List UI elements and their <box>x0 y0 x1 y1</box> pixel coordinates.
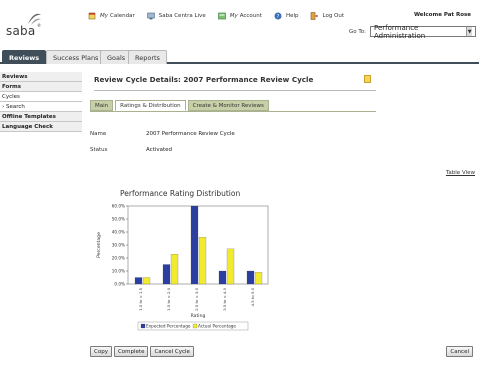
goto-control: Go To: Performance Administration ▼ <box>348 23 476 40</box>
centra-icon <box>146 12 155 20</box>
tab-reports[interactable]: Reports <box>128 50 167 64</box>
bar-actual <box>198 237 207 285</box>
nav-my-calendar[interactable]: My Calendar <box>88 12 135 20</box>
y-axis-label: Percentage <box>96 232 102 258</box>
sidebar-item-offline-templates[interactable]: Offline Templates <box>0 112 82 122</box>
goto-label: Go To: <box>348 28 366 35</box>
cancel-button[interactable]: Cancel <box>446 346 473 357</box>
x-tick-label: 1.5 to < 2.0 <box>166 287 171 310</box>
document-icon[interactable] <box>364 75 371 83</box>
svg-text:?: ? <box>277 14 280 20</box>
legend-swatch <box>140 323 146 329</box>
field-label-name: Name <box>90 131 107 137</box>
nav-label-prefix: My <box>100 13 109 19</box>
nav-my-account[interactable]: My Account <box>217 12 262 20</box>
field-value-status: Activated <box>146 147 173 153</box>
y-tick-label: 20.0% <box>112 256 125 261</box>
logo-registered-mark: ® <box>37 23 41 28</box>
nav-label: Log Out <box>322 13 345 19</box>
x-tick-label: 3.5 to < 4.0 <box>222 287 227 310</box>
chevron-down-icon: ▼ <box>466 27 472 36</box>
legend-label: Actual Percentage <box>198 324 236 329</box>
page-title: Review Cycle Details: 2007 Performance R… <box>94 75 314 84</box>
nav-help[interactable]: ? Help <box>274 12 299 20</box>
bar-actual <box>170 253 179 285</box>
nav-label: Calendar <box>110 13 135 19</box>
title-divider <box>94 90 376 91</box>
tab-reviews[interactable]: Reviews <box>2 50 47 64</box>
header: saba ® My Calendar Saba Centra Live My A… <box>0 0 479 46</box>
field-label-status: Status <box>90 147 108 153</box>
bar-actual <box>226 248 235 285</box>
nav-log-out[interactable]: Log Out <box>310 12 344 20</box>
y-tick-label: 50.0% <box>112 217 125 222</box>
cancel-cycle-button[interactable]: Cancel Cycle <box>150 346 194 357</box>
nav-label-prefix: My <box>229 13 238 19</box>
chart-title: Performance Rating Distribution <box>120 189 241 198</box>
sidebar-item-forms[interactable]: Forms <box>0 82 82 92</box>
nav-label: Help <box>285 13 299 19</box>
main-tabbar: Reviews Success Plans Goals Reports <box>0 46 479 64</box>
saba-logo[interactable]: saba ® <box>6 12 44 40</box>
welcome-text: Welcome Pat Rose <box>413 12 471 18</box>
sidebar-item-reviews[interactable]: Reviews <box>0 72 82 82</box>
bar-actual <box>142 277 151 285</box>
legend-swatch <box>192 323 198 329</box>
calendar-icon <box>88 12 96 20</box>
subtab-ratings-distribution[interactable]: Ratings & Distribution <box>115 100 186 111</box>
tab-success-plans[interactable]: Success Plans <box>46 50 106 64</box>
bar-expected <box>162 264 171 285</box>
copy-button[interactable]: Copy <box>90 346 112 357</box>
y-tick-label: 40.0% <box>112 230 125 235</box>
y-tick-label: 0.0% <box>114 282 125 287</box>
nav-centra-live[interactable]: Saba Centra Live <box>146 12 206 20</box>
field-value-name: 2007 Performance Review Cycle <box>146 131 235 137</box>
help-icon: ? <box>274 12 282 20</box>
sidebar-item-search[interactable]: › Search <box>0 102 82 112</box>
performance-rating-chart: 0.0% 10.0% 20.0% 30.0% 40.0% 50.0% 60.0% Percen… <box>96 204 269 331</box>
bar-expected <box>246 270 255 285</box>
bar-expected <box>190 205 199 285</box>
x-tick-label: 4.5 to 5.0 <box>250 287 255 306</box>
bar-expected <box>134 277 143 285</box>
bar-actual <box>254 272 263 285</box>
subtab-create-monitor-reviews[interactable]: Create & Monitor Reviews <box>187 100 269 111</box>
subtab-main[interactable]: Main <box>90 100 114 111</box>
x-tick-label: 1.0 to < 1.5 <box>138 287 143 310</box>
logo-text: saba <box>6 24 36 38</box>
top-nav: My Calendar Saba Centra Live My Account … <box>88 10 356 22</box>
x-tick-label: 2.5 to < 3.0 <box>194 287 199 310</box>
legend-label: Expected Percentage <box>146 324 191 329</box>
logout-icon <box>311 12 319 20</box>
sidebar-item-cycles[interactable]: Cycles <box>0 92 82 102</box>
account-icon <box>217 12 226 20</box>
main-content: Review Cycle Details: 2007 Performance R… <box>90 64 475 384</box>
goto-select[interactable]: Performance Administration ▼ <box>370 23 476 40</box>
goto-selected-value: Performance Administration <box>374 23 426 40</box>
action-buttons: Copy Complete Cancel Cycle <box>90 346 196 357</box>
x-axis-label: Rating <box>191 313 206 319</box>
bar-expected <box>218 270 227 285</box>
y-tick-label: 60.0% <box>112 204 125 209</box>
nav-label: Saba Centra Live <box>158 13 206 19</box>
table-view-link[interactable]: Table View <box>446 170 475 176</box>
sidebar-item-language-check[interactable]: Language Check <box>0 122 82 132</box>
y-tick-label: 10.0% <box>112 269 125 274</box>
sidebar: Reviews Forms Cycles › Search Offline Te… <box>0 72 82 132</box>
nav-label: Account <box>239 13 262 19</box>
subtab-divider <box>90 111 376 112</box>
y-tick-label: 30.0% <box>112 243 125 248</box>
complete-button[interactable]: Complete <box>113 346 149 357</box>
